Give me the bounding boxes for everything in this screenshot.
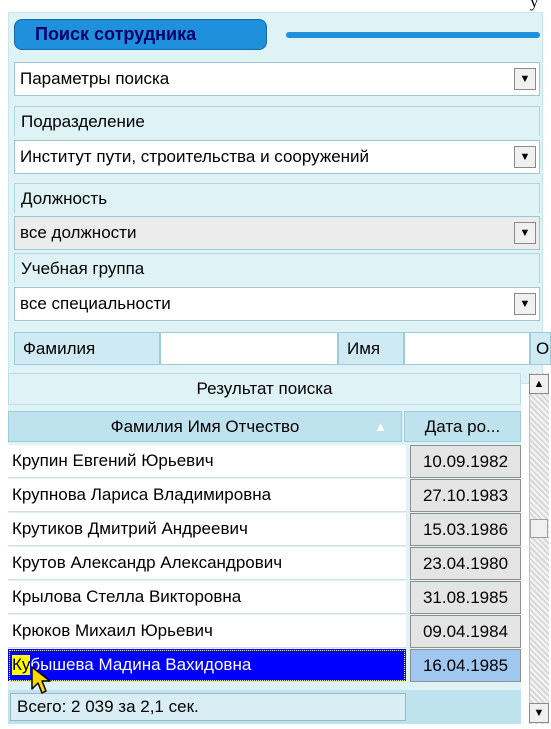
study-group-select[interactable]: все специальности ▼ [14, 287, 540, 321]
department-select[interactable]: Институт пути, строительства и сооружени… [14, 140, 540, 174]
study-group-value: все специальности [20, 294, 171, 313]
column-header-fio-label: Фамилия Имя Отчество [110, 416, 300, 436]
dropdown-arrow-icon[interactable]: ▼ [514, 146, 536, 168]
position-value: все должности [20, 223, 137, 242]
firstname-input[interactable] [404, 332, 530, 365]
cell-birthdate: 23.04.1980 [410, 547, 521, 580]
cell-fio: Ку бышева Мадина Вахидовна [8, 649, 406, 682]
cell-fio: Крупнова Лариса Владимировна [8, 479, 406, 512]
panel-title: Поиск сотрудника [14, 19, 267, 50]
table-row[interactable]: Крупнова Лариса Владимировна 27.10.1983 [8, 479, 521, 512]
cell-birthdate: 16.04.1985 [410, 649, 521, 682]
cell-birthdate: 27.10.1983 [410, 479, 521, 512]
surname-label: Фамилия [14, 332, 160, 365]
position-select[interactable]: все должности ▼ [14, 216, 540, 250]
dropdown-arrow-icon[interactable]: ▼ [514, 222, 536, 244]
department-value: Институт пути, строительства и сооружени… [20, 147, 370, 166]
cell-fio: Крутов Александр Александрович [8, 547, 406, 580]
table-row[interactable]: Крутов Александр Александрович 23.04.198… [8, 547, 521, 580]
table-row-selected[interactable]: Ку бышева Мадина Вахидовна 16.04.1985 [8, 649, 521, 682]
table-row[interactable]: Крутиков Дмитрий Андреевич 15.03.1986 [8, 513, 521, 546]
results-scrollbar[interactable] [529, 373, 549, 724]
cell-fio: Крюков Михаил Юрьевич [8, 615, 406, 648]
sort-ascending-icon: ▲ [374, 419, 387, 434]
dropdown-arrow-icon[interactable]: ▼ [514, 293, 536, 315]
search-params-value: Параметры поиска [20, 69, 170, 88]
scroll-down-icon[interactable]: ▼ [529, 703, 549, 723]
column-header-birthdate[interactable]: Дата ро... [404, 411, 521, 442]
dropdown-arrow-icon[interactable]: ▼ [514, 68, 536, 90]
cell-fio: Крупин Евгений Юрьевич [8, 445, 406, 478]
results-title: Результат поиска [8, 373, 521, 405]
cell-birthdate: 31.08.1985 [410, 581, 521, 614]
cell-fio: Крутиков Дмитрий Андреевич [8, 513, 406, 546]
search-params-select[interactable]: Параметры поиска ▼ [14, 62, 540, 96]
cell-fio: Крылова Стелла Викторовна [8, 581, 406, 614]
column-header-fio[interactable]: Фамилия Имя Отчество ▲ [8, 411, 402, 442]
surname-input[interactable] [160, 332, 338, 365]
scroll-up-icon[interactable]: ▲ [529, 374, 549, 394]
top-corner-fragment: у [530, 0, 539, 11]
cell-birthdate: 10.09.1982 [410, 445, 521, 478]
scrollbar-thumb[interactable] [530, 519, 548, 538]
cell-birthdate: 15.03.1986 [410, 513, 521, 546]
search-match-highlight: Ку [12, 655, 31, 675]
status-text: Всего: 2 039 за 2,1 сек. [10, 693, 406, 721]
table-row[interactable]: Крупин Евгений Юрьевич 10.09.1982 [8, 445, 521, 478]
table-row[interactable]: Крюков Михаил Юрьевич 09.04.1984 [8, 615, 521, 648]
table-row[interactable]: Крылова Стелла Викторовна 31.08.1985 [8, 581, 521, 614]
column-header-birthdate-label: Дата ро... [424, 416, 501, 436]
firstname-label: Имя [338, 332, 404, 365]
patronymic-label: О [530, 332, 551, 365]
position-label: Должность [14, 183, 540, 213]
title-decoration-line [286, 32, 540, 38]
department-label: Подразделение [14, 106, 540, 136]
cell-birthdate: 09.04.1984 [410, 615, 521, 648]
mouse-pointer-icon [31, 666, 51, 694]
cell-fio-rest: бышева Мадина Вахидовна [30, 655, 252, 674]
study-group-label: Учебная группа [14, 253, 540, 283]
